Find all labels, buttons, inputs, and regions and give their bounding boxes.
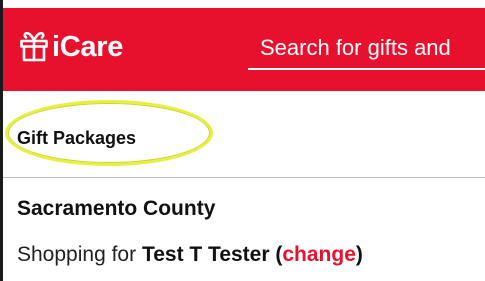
page-frame: iCare Gift Packages Sacramento County Sh…	[0, 0, 485, 281]
paren-close: )	[355, 243, 363, 266]
gift-packages-link[interactable]: Gift Packages	[17, 128, 136, 149]
brand-name: iCare	[52, 30, 124, 63]
shopper-name: Test T Tester	[141, 243, 270, 266]
change-shopper-link[interactable]: change	[282, 243, 356, 266]
gift-icon	[20, 31, 48, 62]
shopping-for-label: Shopping for	[17, 243, 142, 266]
section-divider	[3, 177, 485, 178]
site-header: iCare	[3, 8, 485, 91]
search-bar	[248, 26, 485, 70]
paren-open: (	[269, 243, 283, 266]
shopping-for-line: Shopping for Test T Tester (change)	[17, 243, 363, 267]
county-title: Sacramento County	[17, 197, 216, 220]
search-input[interactable]	[260, 30, 485, 66]
brand-logo[interactable]: iCare	[17, 30, 123, 64]
